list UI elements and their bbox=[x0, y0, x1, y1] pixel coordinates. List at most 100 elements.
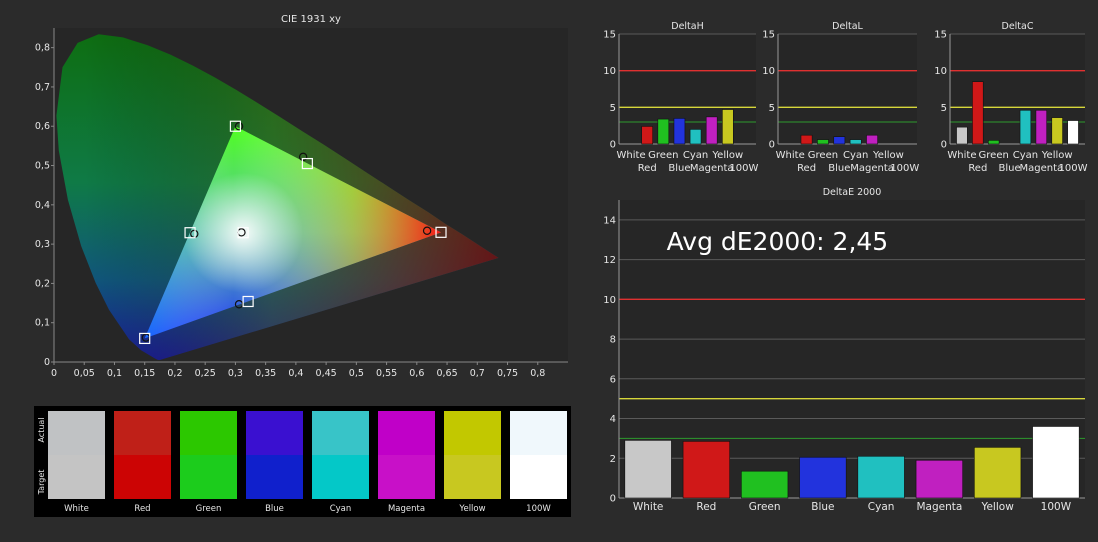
swatch-label: Magenta bbox=[388, 504, 425, 514]
swatch-actual-blue bbox=[246, 411, 303, 455]
swatch-label: Red bbox=[134, 504, 150, 514]
deltaL-x-label: Green bbox=[808, 150, 838, 161]
deltaE-x-label: Blue bbox=[811, 501, 834, 513]
deltaC-bar-red bbox=[972, 81, 984, 145]
swatch-label: 100W bbox=[526, 504, 551, 514]
swatch-label: Yellow bbox=[458, 504, 485, 514]
deltaH-x-label: Blue bbox=[668, 163, 690, 174]
deltaL-y-tick-label: 5 bbox=[769, 103, 775, 114]
deltaE-x-label: Yellow bbox=[980, 501, 1014, 513]
swatch-target-label: Target bbox=[37, 470, 46, 496]
deltaH-title: DeltaH bbox=[671, 21, 704, 32]
deltaL-chart: DeltaL 0 5 10 15 White Red Green Blue Cyan Magenta… bbox=[762, 21, 919, 174]
deltaE-annotation: Avg dE2000: 2,45 bbox=[667, 227, 889, 256]
deltaC-x-label: White bbox=[947, 150, 976, 161]
deltaH-plot-area bbox=[619, 34, 756, 144]
deltaH-y-tick-label: 15 bbox=[603, 30, 616, 41]
deltaH-bar-cyan bbox=[689, 129, 702, 145]
deltaH-x-label: Red bbox=[638, 163, 657, 174]
deltaE-x-label: Magenta bbox=[916, 501, 962, 513]
deltaE-title: DeltaE 2000 bbox=[823, 187, 882, 198]
deltaL-x-label: Blue bbox=[828, 163, 850, 174]
deltaL-x-label: White bbox=[776, 150, 805, 161]
swatch-target-100w bbox=[510, 455, 567, 499]
cie-y-tick-label: 0,7 bbox=[35, 82, 50, 93]
swatch-label: Cyan bbox=[330, 504, 352, 514]
deltaE-x-label: Cyan bbox=[868, 501, 895, 513]
deltaH-x-label: White bbox=[617, 150, 646, 161]
swatch-target-white bbox=[48, 455, 105, 499]
deltaC-x-label: Cyan bbox=[1013, 150, 1038, 161]
deltaC-x-label: Blue bbox=[998, 163, 1020, 174]
swatch-actual-100w bbox=[510, 411, 567, 455]
deltaE-bar-red bbox=[682, 441, 730, 499]
deltaL-y-tick-label: 0 bbox=[769, 140, 775, 151]
cie-x-tick-label: 0,8 bbox=[530, 368, 545, 379]
deltaE-y-tick-label: 6 bbox=[610, 374, 616, 385]
deltaE-x-label: Green bbox=[749, 501, 781, 513]
deltaL-x-label: 100W bbox=[890, 163, 919, 174]
deltaH-bar-blue bbox=[673, 118, 686, 145]
deltaL-bar-blue bbox=[833, 136, 846, 145]
deltaH-bar-red bbox=[641, 126, 653, 145]
deltaL-plot-area bbox=[778, 34, 917, 144]
deltaE-x-label: Red bbox=[696, 501, 716, 513]
cie-x-tick-label: 0,05 bbox=[74, 368, 95, 379]
cie-x-tick-label: 0,25 bbox=[195, 368, 216, 379]
cie-y-tick-label: 0 bbox=[44, 357, 50, 368]
deltaH-x-label: Green bbox=[648, 150, 678, 161]
cie-y-tick-label: 0,4 bbox=[35, 200, 50, 211]
deltaE-bar-yellow bbox=[974, 447, 1022, 499]
deltaC-bar-green bbox=[987, 140, 1000, 145]
deltaC-x-label: 100W bbox=[1059, 163, 1088, 174]
deltaC-title: DeltaC bbox=[1002, 21, 1034, 32]
deltaC-bar-cyan bbox=[1019, 109, 1032, 145]
swatch-actual-cyan bbox=[312, 411, 369, 455]
swatch-actual-label: Actual bbox=[37, 417, 46, 442]
deltaL-bar-magenta bbox=[866, 134, 878, 145]
deltaE-y-tick-label: 14 bbox=[603, 215, 616, 226]
deltaC-y-tick-label: 10 bbox=[934, 66, 947, 77]
deltaE-x-label: White bbox=[633, 501, 664, 513]
cie-y-tick-label: 0,3 bbox=[35, 239, 50, 250]
deltaE-x-label: 100W bbox=[1041, 501, 1072, 513]
cie-x-tick-label: 0,45 bbox=[316, 368, 337, 379]
cie-y-tick-label: 0,5 bbox=[35, 161, 50, 172]
deltaL-title: DeltaL bbox=[832, 21, 863, 32]
deltaE-bar-cyan bbox=[857, 455, 905, 499]
deltaE-y-tick-label: 0 bbox=[610, 494, 616, 505]
swatch-actual-green bbox=[180, 411, 237, 455]
deltaL-y-tick-label: 15 bbox=[762, 30, 775, 41]
deltaC-y-tick-label: 0 bbox=[941, 140, 947, 151]
deltaE-bar-blue bbox=[799, 456, 847, 499]
cie-x-tick-label: 0,1 bbox=[107, 368, 122, 379]
cie-x-tick-label: 0,55 bbox=[376, 368, 397, 379]
cie-title: CIE 1931 xy bbox=[281, 14, 341, 25]
deltaC-chart: DeltaC 0 5 10 15 White Red Green Blue Cyan Magenta… bbox=[934, 21, 1087, 174]
deltaH-bar-magenta bbox=[705, 116, 718, 145]
deltaC-x-label: Green bbox=[979, 150, 1009, 161]
deltaL-bar-green bbox=[817, 139, 829, 145]
cie-x-tick-label: 0,35 bbox=[255, 368, 276, 379]
swatch-actual-magenta bbox=[378, 411, 435, 455]
deltaE-bar-magenta bbox=[915, 459, 963, 499]
cie-y-tick-label: 0,1 bbox=[35, 318, 50, 329]
swatch-target-cyan bbox=[312, 455, 369, 499]
deltaC-x-label: Red bbox=[968, 163, 987, 174]
deltaL-bar-red bbox=[800, 134, 813, 145]
cie-x-tick-label: 0,15 bbox=[134, 368, 155, 379]
deltaH-x-label: Cyan bbox=[683, 150, 708, 161]
calibration-report: CIE 1931 xy0 0,05 0,1 0,15 0,2 0,25 0,3 0,35 0,4… bbox=[34, 14, 1088, 517]
swatch-panel: Actual Target White Red Green Blue Cyan Magenta… bbox=[34, 406, 571, 517]
deltaE-bar-100w bbox=[1032, 426, 1080, 499]
deltaH-bar-green bbox=[657, 118, 670, 145]
cie-x-tick-label: 0,2 bbox=[167, 368, 182, 379]
deltaE-y-tick-label: 8 bbox=[610, 335, 616, 346]
cie-x-tick-label: 0,65 bbox=[436, 368, 457, 379]
deltaL-x-label: Red bbox=[797, 163, 816, 174]
deltaE-bar-white bbox=[624, 440, 672, 499]
deltaE-y-tick-label: 4 bbox=[610, 414, 616, 425]
deltaL-bar-cyan bbox=[849, 139, 862, 145]
swatch-target-magenta bbox=[378, 455, 435, 499]
deltaL-x-label: Cyan bbox=[843, 150, 868, 161]
